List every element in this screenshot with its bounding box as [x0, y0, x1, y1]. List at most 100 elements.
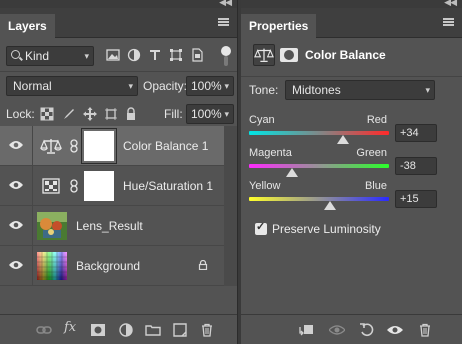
- fill-input[interactable]: 100% ▾: [186, 104, 234, 124]
- slider-value-input[interactable]: +34: [395, 124, 437, 142]
- shape-filter-icon[interactable]: [169, 48, 183, 62]
- slider-value-input[interactable]: +15: [395, 190, 437, 208]
- type-filter-icon[interactable]: [148, 48, 162, 62]
- tab-layers[interactable]: Layers: [0, 14, 55, 38]
- opacity-input[interactable]: 100% ▾: [186, 76, 234, 96]
- chevron-down-icon: ▾: [224, 109, 229, 119]
- tab-bar: Layers: [0, 8, 237, 38]
- filter-kind-label: Kind: [25, 49, 50, 63]
- lock-position-icon[interactable]: [83, 107, 97, 121]
- add-mask-icon[interactable]: [90, 322, 106, 338]
- lock-all-icon[interactable]: [124, 107, 138, 121]
- trash-icon[interactable]: [417, 322, 433, 338]
- smart-object-filter-icon[interactable]: [190, 48, 204, 62]
- layer-name: Color Balance 1: [123, 139, 209, 153]
- slider-track[interactable]: [249, 131, 389, 135]
- slider-thumb[interactable]: [323, 201, 336, 210]
- trash-icon[interactable]: [199, 322, 215, 338]
- tab-properties[interactable]: Properties: [241, 14, 317, 38]
- blend-row: Normal ▾ Opacity: 100% ▾: [6, 76, 234, 98]
- new-adjustment-icon[interactable]: [118, 322, 134, 338]
- divider: [0, 71, 237, 72]
- visibility-eye-icon[interactable]: [9, 220, 23, 230]
- slider-left-label: Magenta: [249, 147, 292, 159]
- image-thumbnail[interactable]: [37, 212, 67, 240]
- lock-transparency-icon[interactable]: [40, 107, 54, 121]
- link-icon[interactable]: [36, 322, 52, 338]
- layer-mask-thumbnail[interactable]: [81, 128, 117, 164]
- visibility-eye-icon[interactable]: [9, 140, 23, 150]
- blend-mode-select[interactable]: Normal ▾: [6, 76, 138, 96]
- mask-properties-icon[interactable]: [280, 48, 298, 62]
- collapse-icon[interactable]: ◀◀: [219, 0, 232, 8]
- new-layer-icon[interactable]: [172, 322, 188, 338]
- yellow-blue-slider: Yellow Blue +15: [249, 180, 454, 216]
- layer-row-background[interactable]: Background: [0, 246, 224, 286]
- layers-bottom-toolbar: fx: [0, 314, 237, 344]
- layer-row-color-balance[interactable]: Color Balance 1: [0, 126, 224, 166]
- magenta-green-slider: Magenta Green -38: [249, 147, 454, 183]
- filter-kind-select[interactable]: Kind ▾: [6, 46, 94, 66]
- panel-menu-icon[interactable]: [218, 18, 229, 26]
- fx-icon[interactable]: fx: [64, 320, 76, 335]
- hue-saturation-icon: [42, 178, 60, 194]
- image-thumbnail[interactable]: [37, 252, 67, 280]
- layer-lock-icon: [198, 260, 208, 270]
- chevron-down-icon: ▾: [224, 81, 229, 91]
- panel-header-bar: ◀◀: [241, 0, 462, 8]
- lock-row: Lock: Fill: 100% ▾: [6, 104, 234, 126]
- pixel-filter-icon[interactable]: [106, 48, 120, 62]
- slider-value-input[interactable]: -38: [395, 157, 437, 175]
- tone-value: Midtones: [292, 83, 341, 97]
- slider-thumb[interactable]: [286, 168, 299, 177]
- slider-right-label: Green: [356, 147, 387, 159]
- toggle-track: [224, 56, 228, 66]
- divider: [241, 76, 462, 77]
- blend-mode-value: Normal: [13, 79, 52, 93]
- layer-row-hue-saturation[interactable]: Hue/Saturation 1: [0, 166, 224, 206]
- adjustment-title: Color Balance: [305, 48, 386, 62]
- fill-label: Fill:: [164, 107, 183, 121]
- layers-scrollbar[interactable]: [224, 126, 237, 286]
- panel-menu-icon[interactable]: [443, 18, 454, 26]
- layers-list: Color Balance 1 Hue/Saturation 1 Lens_Re…: [0, 126, 224, 286]
- layer-filter-row: Kind ▾: [6, 46, 231, 68]
- chain-link-icon[interactable]: [70, 179, 78, 193]
- chevron-down-icon: ▾: [128, 81, 133, 91]
- tone-row: Tone: Midtones ▾: [247, 80, 456, 102]
- chain-link-icon[interactable]: [70, 139, 78, 153]
- layer-row-lens-result[interactable]: Lens_Result: [0, 206, 224, 246]
- opacity-label: Opacity:: [143, 79, 188, 93]
- toggle-knob: [221, 46, 231, 56]
- visibility-eye-icon[interactable]: [9, 260, 23, 270]
- slider-thumb[interactable]: [336, 135, 349, 144]
- adjustment-properties-button[interactable]: [253, 44, 275, 66]
- color-balance-icon: [254, 48, 274, 62]
- lock-image-pixels-icon[interactable]: [62, 107, 76, 121]
- filter-toggle[interactable]: [221, 46, 231, 66]
- slider-right-label: Red: [366, 114, 387, 126]
- visibility-column: [0, 246, 33, 286]
- visibility-column: [0, 126, 33, 166]
- cyan-red-slider: Cyan Red +34: [249, 114, 454, 150]
- panel-header-bar: ◀◀: [0, 0, 237, 8]
- slider-left-label: Yellow: [249, 180, 281, 192]
- collapse-icon[interactable]: ◀◀: [444, 0, 457, 8]
- clip-to-layer-icon[interactable]: [299, 322, 315, 338]
- new-group-icon[interactable]: [145, 322, 161, 338]
- preserve-luminosity-checkbox[interactable]: [255, 220, 267, 235]
- layer-mask-thumbnail[interactable]: [84, 171, 114, 201]
- properties-panel: ◀◀ Properties Color Balance Tone: Midton…: [241, 0, 462, 344]
- adjustment-filter-icon[interactable]: [127, 48, 141, 62]
- tone-select[interactable]: Midtones ▾: [285, 80, 435, 100]
- opacity-value: 100%: [191, 79, 222, 93]
- lock-artboard-icon[interactable]: [104, 107, 118, 121]
- visibility-eye-icon[interactable]: [9, 180, 23, 190]
- slider-track[interactable]: [249, 164, 389, 168]
- reset-icon[interactable]: [359, 322, 375, 338]
- properties-bottom-toolbar: [241, 314, 462, 344]
- slider-track[interactable]: [249, 197, 389, 201]
- layer-name: Hue/Saturation 1: [123, 179, 214, 193]
- visibility-icon[interactable]: [387, 322, 403, 338]
- view-previous-icon[interactable]: [329, 322, 345, 338]
